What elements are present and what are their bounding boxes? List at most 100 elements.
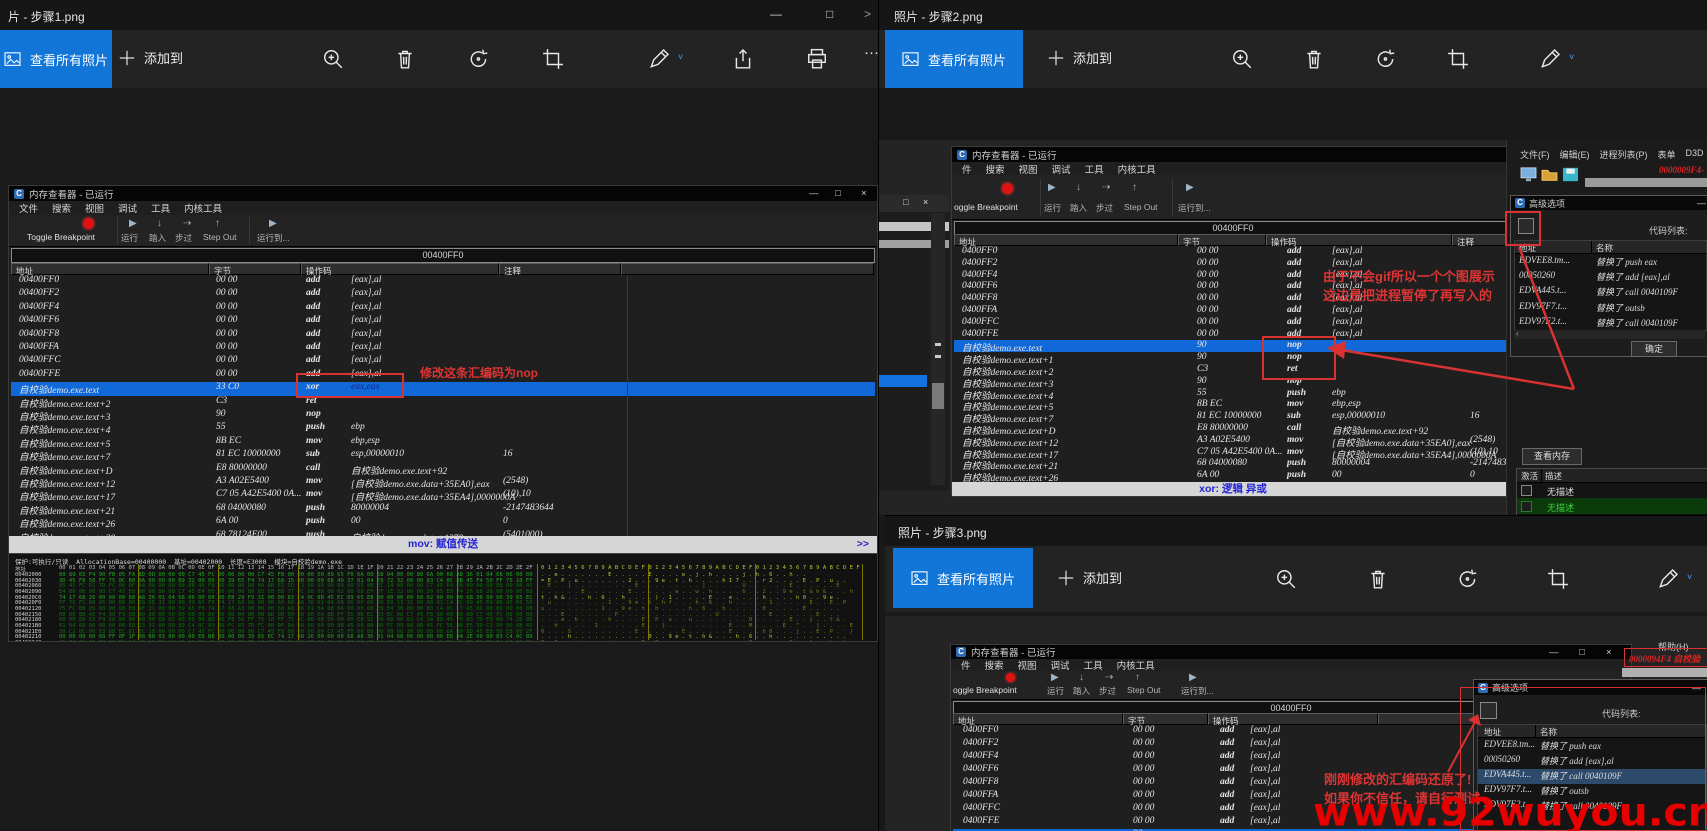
menu-item[interactable]: 文件(F): [1520, 148, 1550, 161]
code-list-row[interactable]: EDV97F2.t...替换了 call 0040109F: [1515, 316, 1706, 331]
menu-item[interactable]: 搜索: [985, 658, 1004, 672]
open-folder-icon[interactable]: [1541, 167, 1558, 187]
menu-item[interactable]: 件: [962, 162, 972, 176]
run-icon[interactable]: ▶: [1048, 183, 1056, 193]
column-header[interactable]: 字节: [209, 263, 301, 275]
run-to-icon[interactable]: ▶: [1186, 183, 1194, 193]
disasm-row[interactable]: 自校验demo.exe.text+266A 00push000: [11, 516, 875, 529]
rotate-button[interactable]: [1457, 568, 1479, 590]
step-over-label[interactable]: 步过: [175, 232, 192, 244]
step-into-icon[interactable]: ↓: [1079, 673, 1084, 683]
rotate-button[interactable]: [1375, 48, 1397, 70]
disasm-row[interactable]: 自校验demo.exe.text+455pushebp: [11, 422, 875, 435]
next-photo-arrow-icon[interactable]: >: [864, 7, 871, 21]
view-all-photos-button[interactable]: 查看所有照片: [893, 548, 1033, 608]
column-header[interactable]: 地址: [953, 713, 1123, 725]
step-out-icon[interactable]: ↑: [1132, 183, 1137, 193]
menu-item[interactable]: 表单: [1658, 148, 1676, 161]
crop-button[interactable]: [1447, 48, 1469, 70]
menu-item[interactable]: 文件: [19, 201, 38, 215]
delete-button[interactable]: [394, 48, 416, 70]
run-label[interactable]: 运行: [1047, 685, 1064, 697]
menu-item[interactable]: 件: [961, 658, 971, 672]
minimize-icon[interactable]: —: [1697, 198, 1706, 208]
zoom-button[interactable]: [1275, 568, 1297, 590]
run-label[interactable]: 运行: [121, 232, 138, 244]
disasm-row[interactable]: 0400FF000 00add[eax],al: [954, 246, 1512, 258]
add-to-button[interactable]: 添加到: [118, 48, 183, 67]
column-header[interactable]: 字节: [1123, 713, 1208, 725]
step-over-icon[interactable]: ⇢: [183, 219, 191, 229]
crop-button[interactable]: [1547, 568, 1569, 590]
disasm-row[interactable]: 自校验demo.exe.text+781 EC 10000000subesp,0…: [954, 411, 1512, 423]
disasm-row[interactable]: 00400FF400 00add[eax],al: [11, 302, 875, 315]
address-bar[interactable]: 00400FF0: [11, 248, 875, 263]
code-list-row[interactable]: EDVA445.t...替换了 call 0040109F: [1515, 285, 1706, 300]
cheat-table-row[interactable]: 无描述: [1517, 483, 1707, 498]
code-list-row[interactable]: EDVEE8.tm...替换了 push eax: [1515, 255, 1706, 270]
save-icon[interactable]: [1562, 167, 1579, 187]
disasm-row[interactable]: 自校验demo.exe.text90nop: [954, 340, 1512, 352]
expand-hint-button[interactable]: >>: [857, 536, 869, 552]
scrollbar[interactable]: [931, 213, 945, 485]
disasm-row[interactable]: 自校验demo.exe.text+390nop: [11, 409, 875, 422]
disasm-row[interactable]: 00400FF200 00add[eax],al: [11, 288, 875, 301]
edit-button[interactable]: [1539, 48, 1561, 70]
minimize-icon[interactable]: —: [809, 188, 819, 199]
run-to-icon[interactable]: ▶: [1189, 673, 1197, 683]
step-into-label[interactable]: 踏入: [149, 232, 166, 244]
disasm-row[interactable]: 自校验demo.exe.text+17C7 05 A42E5400 0A...m…: [11, 489, 875, 502]
maximize-button[interactable]: □: [826, 7, 833, 21]
disasm-row[interactable]: 自校验demo.exe.text+390nop: [954, 376, 1512, 388]
toggle-breakpoint-icon[interactable]: [1002, 183, 1013, 194]
disasm-row[interactable]: 自校验demo.exe.text+455pushebp: [954, 388, 1512, 400]
hex-row[interactable]: 0040224045 FC 39 65 FC 60 00 00 00 00 60…: [9, 640, 877, 642]
add-to-button[interactable]: 添加到: [1047, 48, 1112, 67]
toggle-breakpoint-label[interactable]: oggle Breakpoint: [954, 202, 1018, 212]
step-out-icon[interactable]: ↑: [215, 219, 220, 229]
run-to-label[interactable]: 运行到...: [1178, 202, 1211, 214]
rotate-button[interactable]: [468, 48, 490, 70]
h-scrollbar[interactable]: ‹: [1514, 330, 1705, 339]
minimize-icon[interactable]: —: [1549, 647, 1559, 658]
column-header[interactable]: 操作码: [1266, 234, 1452, 246]
crop-button[interactable]: [542, 48, 564, 70]
menu-item[interactable]: 搜索: [52, 201, 71, 215]
menu-item[interactable]: 视图: [85, 201, 104, 215]
step-out-label[interactable]: Step Out: [1127, 685, 1161, 695]
maximize-icon[interactable]: □: [1579, 647, 1585, 658]
toggle-breakpoint-icon[interactable]: [83, 218, 94, 229]
disasm-row[interactable]: 0400FFC00 00add[eax],al: [954, 317, 1512, 329]
disasm-row[interactable]: 0400FFE00 00add[eax],al: [954, 329, 1512, 341]
disasm-row[interactable]: 自校验demo.exe.text+12A3 A02E5400mov[自校验dem…: [11, 476, 875, 489]
step-over-label[interactable]: 步过: [1096, 202, 1113, 214]
column-header[interactable]: [621, 263, 874, 275]
menu-item[interactable]: 内核工具: [1118, 162, 1156, 176]
disasm-row[interactable]: 自校验demo.exe.text+DE8 80000000call自校验demo…: [954, 423, 1512, 435]
column-header[interactable]: 地址: [954, 234, 1178, 246]
step-out-label[interactable]: Step Out: [1124, 202, 1158, 212]
run-to-icon[interactable]: ▶: [269, 219, 277, 229]
menu-item[interactable]: 编辑(E): [1560, 148, 1590, 161]
step-out-icon[interactable]: ↑: [1135, 673, 1140, 683]
print-button[interactable]: [806, 48, 828, 70]
menu-item[interactable]: D3D: [1686, 148, 1704, 161]
close-icon[interactable]: ×: [923, 197, 928, 207]
disasm-row[interactable]: 自校验demo.exe.text+781 EC 10000000subesp,0…: [11, 449, 875, 462]
cheat-table-row[interactable]: 无描述: [1517, 498, 1707, 514]
disasm-row[interactable]: 自校验demo.exe.text+2C3ret: [954, 364, 1512, 376]
run-icon[interactable]: ▶: [1051, 673, 1059, 683]
menu-item[interactable]: 调试: [1052, 162, 1071, 176]
disasm-row[interactable]: 自校验demo.exe.text+17C7 05 A42E5400 0A...m…: [954, 447, 1512, 459]
step-into-label[interactable]: 踏入: [1073, 685, 1090, 697]
disasm-row[interactable]: 自校验demo.exe.text+12A3 A02E5400mov[自校验dem…: [954, 435, 1512, 447]
edit-button[interactable]: [1657, 568, 1679, 590]
step-out-label[interactable]: Step Out: [203, 232, 237, 242]
disasm-row[interactable]: 0400FFA00 00add[eax],al: [954, 305, 1512, 317]
disasm-row[interactable]: 自校验demo.exe.text+2C3ret: [11, 396, 875, 409]
menu-item[interactable]: 内核工具: [184, 201, 222, 215]
delete-button[interactable]: [1367, 568, 1389, 590]
step-over-label[interactable]: 步过: [1099, 685, 1116, 697]
share-button[interactable]: [732, 48, 754, 70]
toggle-breakpoint-icon[interactable]: [1006, 673, 1015, 682]
